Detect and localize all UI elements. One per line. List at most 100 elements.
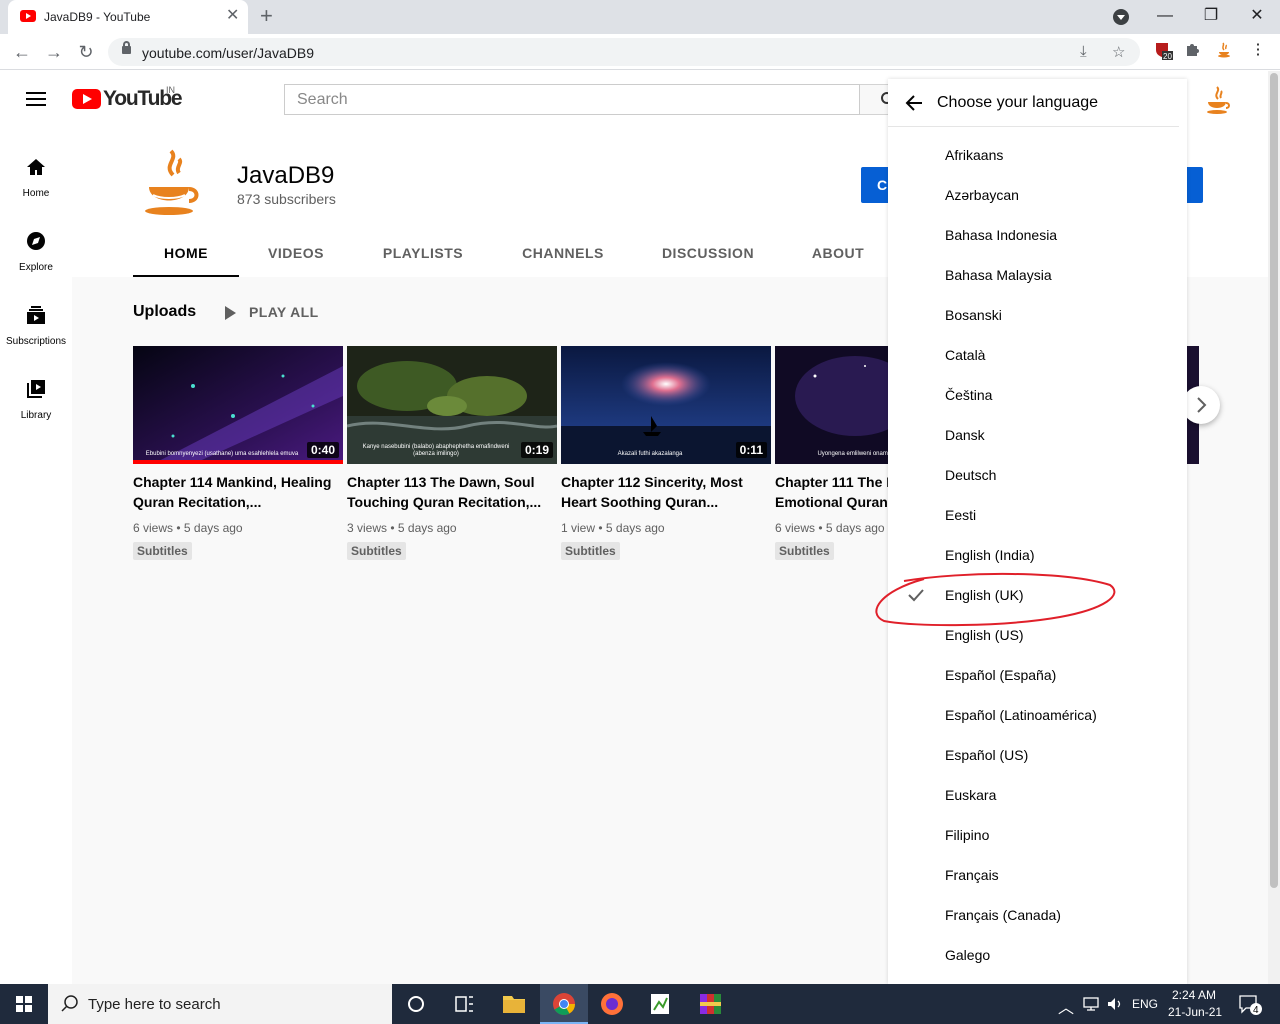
clock-time[interactable]: 2:24 AM [1172,988,1216,1002]
language-option[interactable]: Bahasa Malaysia [888,255,1179,295]
file-explorer-icon[interactable] [490,984,538,1024]
start-button[interactable] [0,984,48,1024]
language-option-label: Bahasa Malaysia [945,267,1052,283]
back-icon[interactable]: ← [10,40,34,64]
video-title[interactable]: Chapter 112 Sincerity, Most Heart Soothi… [561,472,771,512]
chrome-icon[interactable] [540,984,588,1024]
tab-search-icon[interactable] [1113,9,1129,25]
tab-about[interactable]: ABOUT [798,233,878,277]
language-option-label: Español (Latinoamérica) [945,707,1097,723]
language-option[interactable]: Afrikaans [888,135,1179,175]
guide-item-subscriptions[interactable]: Subscriptions [0,285,72,359]
home-icon [27,159,45,175]
hamburger-menu-icon[interactable] [26,92,46,106]
window-close-icon[interactable]: ✕ [1245,6,1269,26]
address-bar[interactable]: youtube.com/user/JavaDB9 ⤓ ☆ [108,38,1140,66]
video-metadata: 6 views • 5 days ago [133,521,243,535]
cortana-icon[interactable] [392,984,440,1024]
thumbnail-caption: Ebubini bomnyenyezi (usathane) uma esahl… [145,451,299,457]
tab-channels[interactable]: CHANNELS [509,233,617,277]
back-arrow-icon[interactable] [904,93,924,113]
language-option-label: Azərbaycan [945,187,1019,203]
extensions-puzzle-icon[interactable] [1183,40,1203,60]
language-option[interactable]: Español (US) [888,735,1179,775]
guide-item-home[interactable]: Home [0,137,72,211]
guide-item-library[interactable]: Library [0,359,72,433]
language-option[interactable]: Español (España) [888,655,1179,695]
notepad-plus-icon[interactable] [636,984,684,1024]
language-option[interactable]: Euskara [888,775,1179,815]
search-input[interactable] [285,85,859,114]
carousel-next-button[interactable] [1182,386,1220,424]
language-option[interactable]: Deutsch [888,455,1179,495]
tab-home[interactable]: HOME [133,233,239,277]
network-icon[interactable] [1082,996,1100,1012]
language-option-label: Français (Canada) [945,907,1061,923]
winrar-icon[interactable] [686,984,734,1024]
reload-icon[interactable]: ↻ [74,40,98,64]
guide-item-explore[interactable]: Explore [0,211,72,285]
thumbnail-caption: Kanye nasebubini (balabo) abaphephetha e… [362,444,510,457]
language-option[interactable]: Galego [888,935,1179,975]
language-option[interactable]: Bosanski [888,295,1179,335]
page-scrollbar[interactable] [1268,71,1280,984]
minimize-icon[interactable]: — [1153,6,1177,26]
language-option-label: Euskara [945,787,997,803]
bookmark-star-icon[interactable]: ☆ [1112,43,1125,61]
language-option[interactable]: Čeština [888,375,1179,415]
url-text[interactable]: youtube.com/user/JavaDB9 [142,45,314,61]
language-option[interactable]: Català [888,335,1179,375]
language-option[interactable]: English (India) [888,535,1179,575]
language-option[interactable]: Bahasa Indonesia [888,215,1179,255]
tab-videos[interactable]: VIDEOS [254,233,338,277]
language-option-label: Deutsch [945,467,997,483]
language-option[interactable]: Français (Canada) [888,895,1179,935]
browser-menu-icon[interactable]: ⋮ [1248,40,1268,60]
subtitles-badge: Subtitles [347,542,406,560]
browser-tab[interactable]: JavaDB9 - YouTube ✕ [8,0,248,34]
language-option[interactable]: Eesti [888,495,1179,535]
language-option[interactable]: Français [888,855,1179,895]
extension-shield-icon[interactable]: 20 [1153,40,1173,61]
windows-logo-icon [16,996,32,1012]
forward-icon[interactable]: → [42,40,66,64]
profile-avatar-icon[interactable] [1214,40,1234,60]
taskbar-search-placeholder[interactable]: Type here to search [88,996,221,1013]
video-thumbnail[interactable]: Akazali futhi akazalanga 0:11 [561,346,771,464]
video-title[interactable]: Chapter 113 The Dawn, Soul Touching Qura… [347,472,557,512]
account-avatar[interactable] [1204,85,1232,115]
input-language[interactable]: ENG [1132,997,1158,1011]
video-metadata: 3 views • 5 days ago [347,521,457,535]
video-thumbnail[interactable]: Kanye nasebubini (balabo) abaphephetha e… [347,346,557,464]
uploads-shelf-title[interactable]: Uploads [133,303,196,321]
language-option[interactable]: Dansk [888,415,1179,455]
language-option-label: Dansk [945,427,985,443]
language-option[interactable]: Filipino [888,815,1179,855]
tab-playlists[interactable]: PLAYLISTS [370,233,476,277]
language-option[interactable]: Español (Latinoamérica) [888,695,1179,735]
play-icon[interactable] [225,306,236,320]
tab-discussion[interactable]: DISCUSSION [649,233,767,277]
windows-taskbar: Type here to search ︿ ENG 2:24 AM 21-Jun… [0,984,1280,1024]
tab-close-icon[interactable]: ✕ [226,7,239,25]
taskbar-search-box[interactable]: Type here to search [48,984,392,1024]
task-view-icon[interactable] [440,984,488,1024]
clock-date[interactable]: 21-Jun-21 [1168,1005,1222,1019]
firefox-icon[interactable] [588,984,636,1024]
new-tab-icon[interactable]: + [260,4,273,28]
youtube-logo-icon[interactable] [72,89,101,109]
volume-icon[interactable] [1106,996,1124,1012]
tray-overflow-icon[interactable]: ︿ [1058,994,1074,1018]
notifications-icon[interactable]: 4 [1238,994,1262,1016]
video-thumbnail[interactable]: Ebubini bomnyenyezi (usathane) uma esahl… [133,346,343,464]
scrollbar-thumb[interactable] [1270,73,1278,888]
play-all-button[interactable]: PLAY ALL [249,304,319,320]
restore-icon[interactable]: ❐ [1199,6,1223,26]
video-metadata: 6 views • 5 days ago [775,521,885,535]
install-app-icon[interactable]: ⤓ [1080,43,1087,60]
java-logo-icon [145,149,199,215]
guide-item-label: Explore [19,262,53,273]
video-title[interactable]: Chapter 114 Mankind, Healing Quran Recit… [133,472,343,512]
language-option[interactable]: Azərbaycan [888,175,1179,215]
lock-icon[interactable] [122,41,131,54]
